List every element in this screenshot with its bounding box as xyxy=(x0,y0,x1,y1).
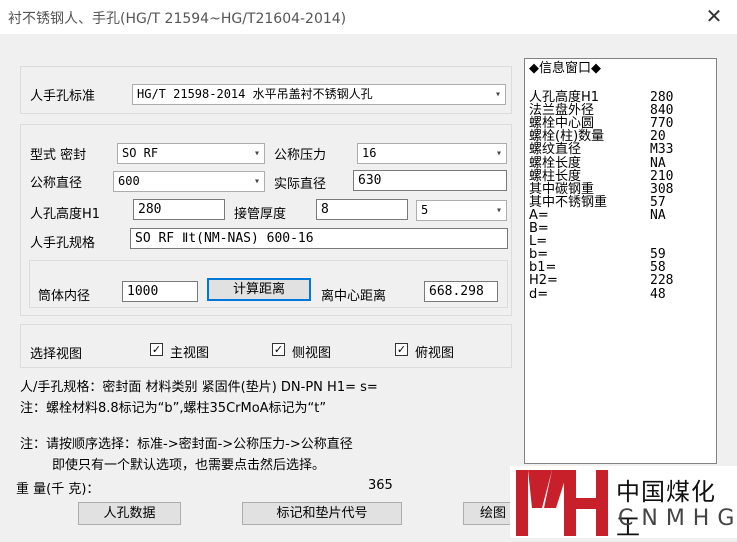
chevron-down-icon: ▾ xyxy=(494,89,501,100)
side-view-label: 侧视图 xyxy=(292,346,332,361)
info-row-key: b1= xyxy=(529,260,557,276)
info-row-key: L= xyxy=(529,234,548,250)
height-input[interactable]: 280 xyxy=(133,199,225,220)
main-view-label: 主视图 xyxy=(170,346,210,361)
weight-label: 重 量(千 克)： xyxy=(16,482,100,497)
info-row-value: 228 xyxy=(650,273,674,289)
info-row-key: 法兰盘外径 xyxy=(529,103,595,119)
info-row-key: 螺栓(柱)数量 xyxy=(529,129,605,145)
info-row-key: B= xyxy=(529,221,549,236)
info-row-value: M33 xyxy=(650,142,674,158)
diameter-label: 公称直径 xyxy=(30,176,83,191)
brand-name-en: CNMHG xyxy=(618,506,737,531)
info-row-value: 20 xyxy=(650,129,666,145)
info-row-key: 螺柱长度 xyxy=(529,168,582,184)
info-row-key: 其中不锈钢重 xyxy=(529,194,608,210)
height-label: 人孔高度H1 xyxy=(30,207,101,222)
info-row-value: 210 xyxy=(650,168,674,184)
info-row-value: NA xyxy=(650,155,666,171)
pressure-select[interactable]: 16 ▾ xyxy=(357,143,507,164)
actual-diameter-label: 实际直径 xyxy=(274,177,327,192)
info-row-key: A= xyxy=(529,207,549,223)
info-row-key: b= xyxy=(529,247,549,263)
pipe-thickness-select[interactable]: 5 ▾ xyxy=(416,200,507,221)
calculate-distance-button[interactable]: 计算距离 xyxy=(207,278,311,301)
center-distance-input[interactable]: 668.298 xyxy=(424,281,498,302)
weight-value: 365 xyxy=(368,478,393,493)
brand-logo-icon xyxy=(516,470,608,536)
info-row-key: 螺栓长度 xyxy=(529,155,582,171)
chevron-down-icon: ▾ xyxy=(495,148,502,159)
main-view-checkbox[interactable]: ✓ xyxy=(150,343,163,356)
order-note: 注：请按顺序选择：标准->密封面->公称压力->公称直径 xyxy=(20,437,353,452)
actual-diameter-input[interactable]: 630 xyxy=(353,170,507,191)
watermark: 中国煤化工 CNMHG xyxy=(510,466,737,541)
views-label: 选择视图 xyxy=(30,347,83,362)
info-row-key: 其中碳钢重 xyxy=(529,181,595,197)
default-option-note: 即使只有一个默认选项，也需要点击然后选择。 xyxy=(52,458,326,473)
diameter-select[interactable]: 600 ▾ xyxy=(113,171,265,192)
close-button[interactable]: ✕ xyxy=(696,2,732,30)
info-row-value: 48 xyxy=(650,286,666,302)
top-view-label: 俯视图 xyxy=(415,346,455,361)
window-title: 衬不锈钢人、手孔(HG/T 21594~HG/T21604-2014) xyxy=(8,11,347,27)
info-row-value: 280 xyxy=(650,90,674,105)
info-row-value: NA xyxy=(650,207,666,223)
info-row-value: 59 xyxy=(650,247,666,263)
mark-gasket-button[interactable]: 标记和垫片代号 xyxy=(242,502,402,525)
inner-diameter-input[interactable]: 1000 xyxy=(122,281,198,302)
top-view-checkbox[interactable]: ✓ xyxy=(395,343,408,356)
chevron-down-icon: ▾ xyxy=(495,205,502,216)
center-distance-label: 离中心距离 xyxy=(321,289,387,304)
info-row-value: 308 xyxy=(650,181,674,197)
standard-label: 人手孔标准 xyxy=(30,89,96,104)
chevron-down-icon: ▾ xyxy=(253,176,260,187)
spec-label: 人手孔规格 xyxy=(30,236,96,251)
info-row-key: H2= xyxy=(529,273,558,289)
info-row-key: d= xyxy=(529,286,549,302)
manhole-data-button[interactable]: 人孔数据 xyxy=(78,502,181,525)
info-row-value: 57 xyxy=(650,194,666,210)
info-row-value: 840 xyxy=(650,103,674,119)
bolt-material-note: 注：螺栓材料8.8标记为“b”,螺柱35CrMoA标记为“t” xyxy=(20,401,327,416)
inner-diameter-label: 筒体内径 xyxy=(38,289,91,304)
pipe-thickness-input[interactable]: 8 xyxy=(316,199,408,220)
spec-input[interactable]: SO RF Ⅱt(NM-NAS) 600-16 xyxy=(130,228,508,249)
info-title: ◆信息窗口◆ xyxy=(529,61,601,76)
info-row-key: 螺纹直径 xyxy=(529,142,582,158)
info-row-value: 58 xyxy=(650,260,666,276)
info-row-key: 螺栓中心圆 xyxy=(529,116,595,132)
type-seal-label: 型式 密封 xyxy=(30,148,87,163)
standard-select[interactable]: HG/T 21598-2014 水平吊盖衬不锈钢人孔 ▾ xyxy=(132,84,506,105)
type-seal-select[interactable]: SO RF ▾ xyxy=(117,143,265,164)
spec-format-note: 人/手孔规格：密封面 材料类别 紧固件(垫片) DN-PN H1= s= xyxy=(20,380,378,395)
side-view-checkbox[interactable]: ✓ xyxy=(272,343,285,356)
pipe-thickness-label: 接管厚度 xyxy=(234,207,287,222)
chevron-down-icon: ▾ xyxy=(253,148,260,159)
pressure-label: 公称压力 xyxy=(274,148,327,163)
info-row-value: 770 xyxy=(650,116,674,132)
